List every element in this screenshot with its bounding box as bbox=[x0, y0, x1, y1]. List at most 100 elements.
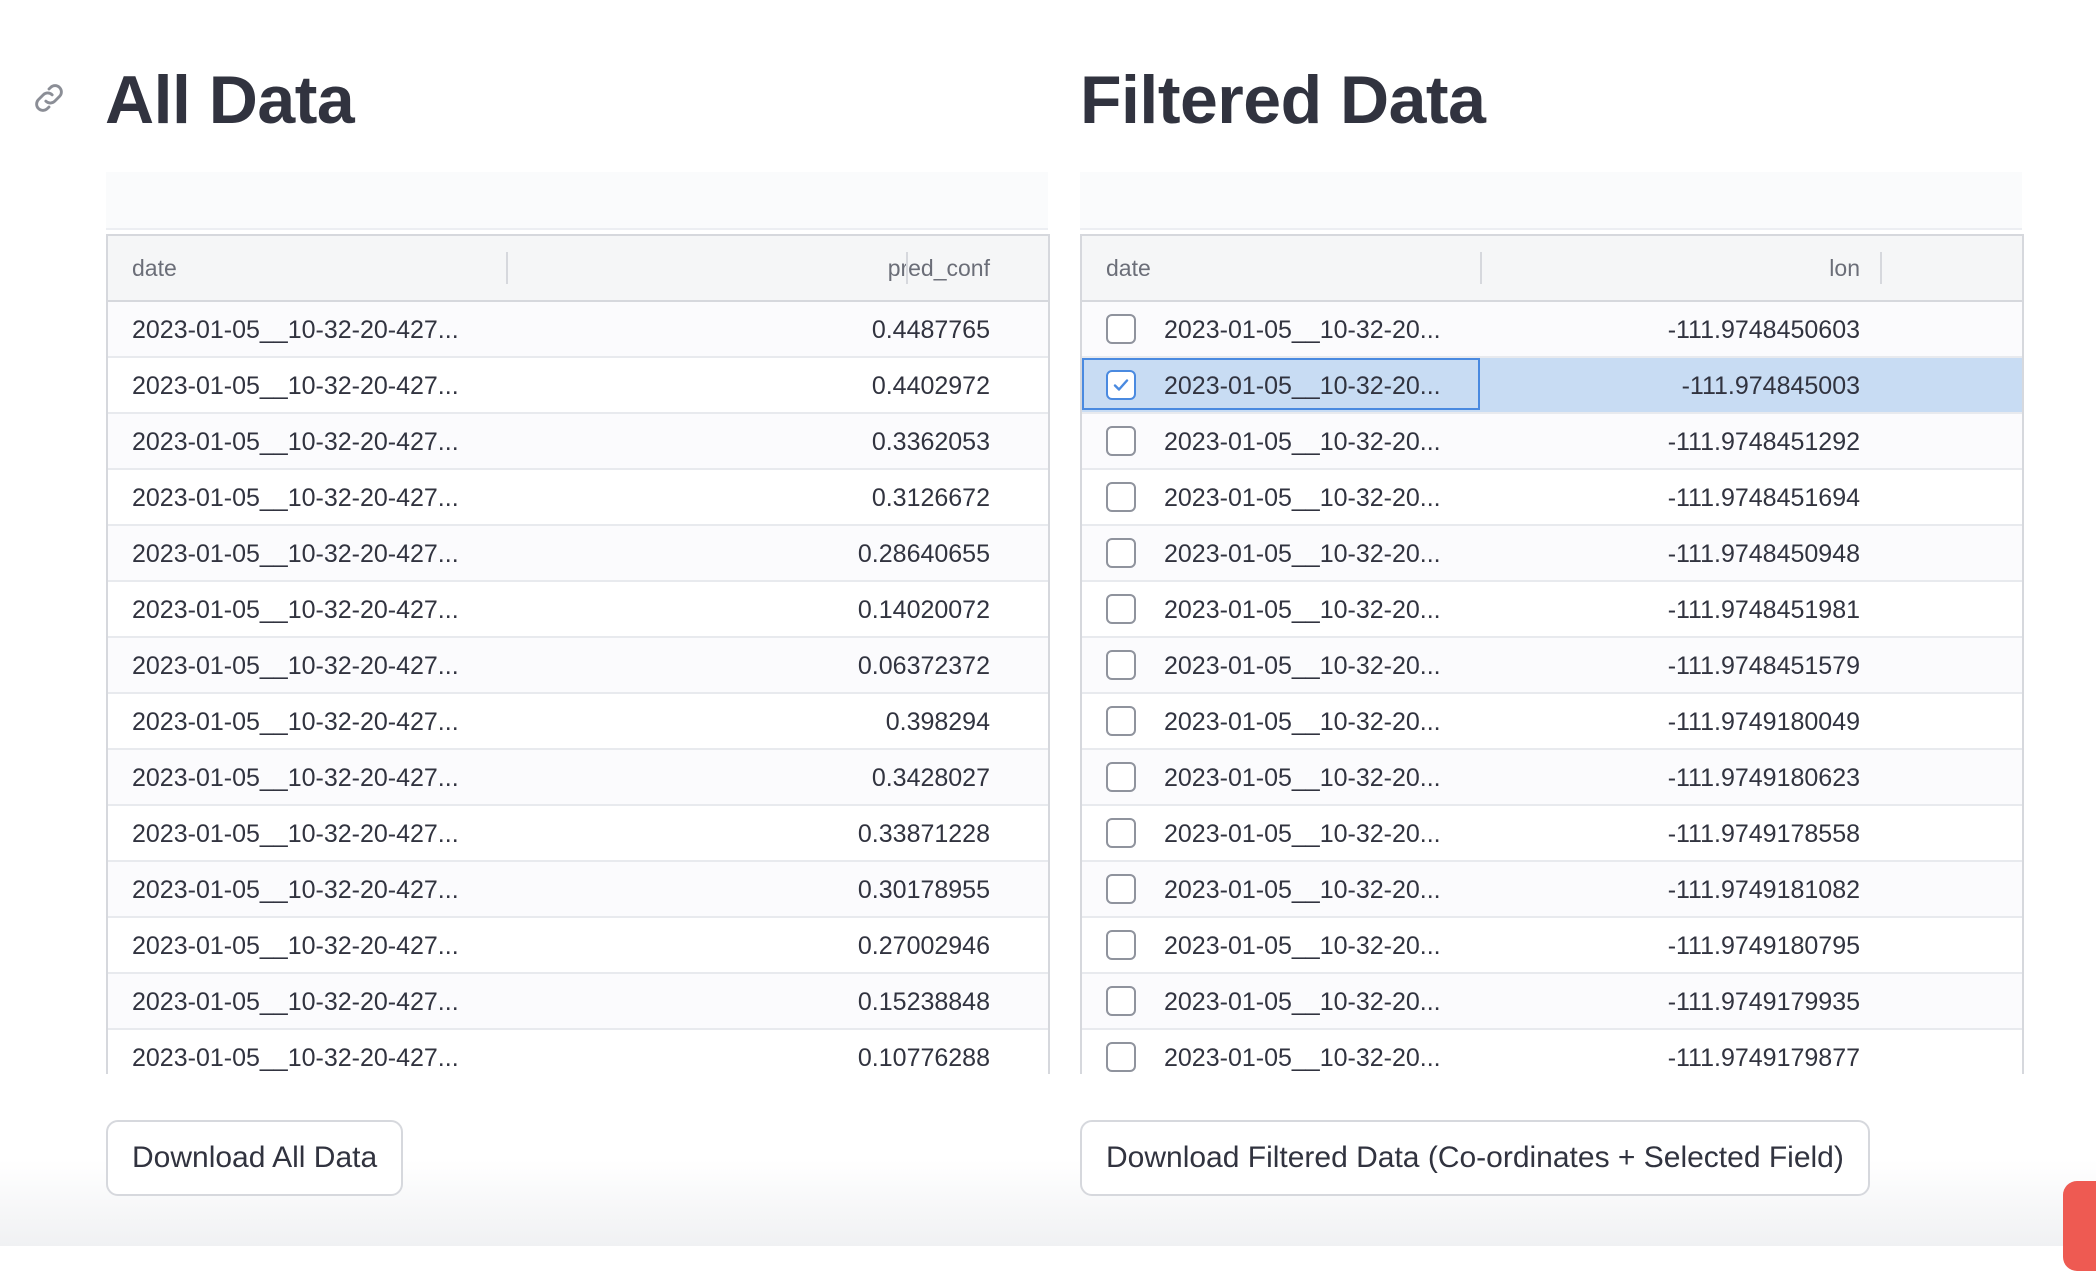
cell-date[interactable]: 2023-01-05__10-32-20-427... bbox=[132, 806, 459, 860]
filtered-data-table[interactable]: date lon 2023-01-05__10-32-20... -111.974… bbox=[1080, 234, 2024, 1074]
column-divider[interactable] bbox=[506, 252, 508, 284]
cell-lon[interactable]: -111.9748450603 bbox=[1482, 302, 1860, 356]
cell-pred-conf[interactable]: 0.10776288 bbox=[708, 1030, 990, 1074]
cell-lon[interactable]: -111.9749180049 bbox=[1482, 694, 1860, 748]
cell-lon[interactable]: -111.9749179877 bbox=[1482, 1030, 1860, 1074]
column-header-date[interactable]: date bbox=[132, 236, 177, 300]
cell-pred-conf[interactable]: 0.15238848 bbox=[708, 974, 990, 1028]
column-header-pred-conf[interactable]: pred_conf bbox=[708, 236, 990, 300]
cell-date[interactable]: 2023-01-05__10-32-20... bbox=[1164, 582, 1441, 636]
table-row[interactable]: 2023-01-05__10-32-20... -111.9749178558 bbox=[1082, 806, 2022, 862]
cell-date[interactable]: 2023-01-05__10-32-20... bbox=[1164, 974, 1441, 1028]
table-row[interactable]: 2023-01-05__10-32-20-427... 0.27002946 bbox=[108, 918, 1048, 974]
cell-date[interactable]: 2023-01-05__10-32-20-427... bbox=[132, 470, 459, 524]
table-row[interactable]: 2023-01-05__10-32-20-427... 0.398294 bbox=[108, 694, 1048, 750]
cell-pred-conf[interactable]: 0.398294 bbox=[708, 694, 990, 748]
table-row[interactable]: 2023-01-05__10-32-20-427... 0.3126672 bbox=[108, 470, 1048, 526]
row-select-checkbox[interactable] bbox=[1106, 370, 1136, 400]
cell-date[interactable]: 2023-01-05__10-32-20... bbox=[1164, 918, 1441, 972]
table-row[interactable]: 2023-01-05__10-32-20-427... 0.14020072 bbox=[108, 582, 1048, 638]
table-row[interactable]: 2023-01-05__10-32-20... -111.9749179877 bbox=[1082, 1030, 2022, 1074]
cell-date[interactable]: 2023-01-05__10-32-20-427... bbox=[132, 750, 459, 804]
cell-date[interactable]: 2023-01-05__10-32-20-427... bbox=[132, 918, 459, 972]
cell-pred-conf[interactable]: 0.3126672 bbox=[708, 470, 990, 524]
table-row[interactable]: 2023-01-05__10-32-20-427... 0.33871228 bbox=[108, 806, 1048, 862]
cell-pred-conf[interactable]: 0.30178955 bbox=[708, 862, 990, 916]
row-select-checkbox[interactable] bbox=[1106, 930, 1136, 960]
row-select-checkbox[interactable] bbox=[1106, 706, 1136, 736]
cell-lon[interactable]: -111.9749181082 bbox=[1482, 862, 1860, 916]
row-select-checkbox[interactable] bbox=[1106, 426, 1136, 456]
table-row[interactable]: 2023-01-05__10-32-20-427... 0.15238848 bbox=[108, 974, 1048, 1030]
cell-date[interactable]: 2023-01-05__10-32-20-427... bbox=[132, 694, 459, 748]
cell-date[interactable]: 2023-01-05__10-32-20... bbox=[1164, 638, 1441, 692]
corner-accent-tab[interactable] bbox=[2063, 1181, 2096, 1271]
cell-pred-conf[interactable]: 0.14020072 bbox=[708, 582, 990, 636]
cell-lon[interactable]: -111.9748451694 bbox=[1482, 470, 1860, 524]
cell-lon[interactable]: -111.9749180623 bbox=[1482, 750, 1860, 804]
cell-date[interactable]: 2023-01-05__10-32-20... bbox=[1164, 358, 1441, 412]
table-row[interactable]: 2023-01-05__10-32-20... -111.9748451579 bbox=[1082, 638, 2022, 694]
column-divider[interactable] bbox=[906, 252, 908, 284]
cell-date[interactable]: 2023-01-05__10-32-20... bbox=[1164, 470, 1441, 524]
cell-date[interactable]: 2023-01-05__10-32-20-427... bbox=[132, 582, 459, 636]
table-row[interactable]: 2023-01-05__10-32-20... -111.9748450948 bbox=[1082, 526, 2022, 582]
cell-date[interactable]: 2023-01-05__10-32-20-427... bbox=[132, 1030, 459, 1074]
table-row[interactable]: 2023-01-05__10-32-20... -111.9748451292 bbox=[1082, 414, 2022, 470]
cell-pred-conf[interactable]: 0.3428027 bbox=[708, 750, 990, 804]
cell-pred-conf[interactable]: 0.4487765 bbox=[708, 302, 990, 356]
cell-lon[interactable]: -111.974845003 bbox=[1482, 358, 1860, 412]
table-row[interactable]: 2023-01-05__10-32-20-427... 0.06372372 bbox=[108, 638, 1048, 694]
row-select-checkbox[interactable] bbox=[1106, 818, 1136, 848]
cell-lon[interactable]: -111.9748451292 bbox=[1482, 414, 1860, 468]
table-row[interactable]: 2023-01-05__10-32-20... -111.974845003 bbox=[1082, 358, 2022, 414]
cell-date[interactable]: 2023-01-05__10-32-20-427... bbox=[132, 414, 459, 468]
column-divider[interactable] bbox=[1880, 252, 1882, 284]
table-row[interactable]: 2023-01-05__10-32-20... -111.9749180795 bbox=[1082, 918, 2022, 974]
link-icon[interactable] bbox=[30, 79, 68, 117]
cell-date[interactable]: 2023-01-05__10-32-20... bbox=[1164, 862, 1441, 916]
row-select-checkbox[interactable] bbox=[1106, 762, 1136, 792]
cell-pred-conf[interactable]: 0.06372372 bbox=[708, 638, 990, 692]
cell-date[interactable]: 2023-01-05__10-32-20-427... bbox=[132, 302, 459, 356]
table-row[interactable]: 2023-01-05__10-32-20... -111.9749180623 bbox=[1082, 750, 2022, 806]
cell-date[interactable]: 2023-01-05__10-32-20-427... bbox=[132, 358, 459, 412]
table-row[interactable]: 2023-01-05__10-32-20... -111.9749179935 bbox=[1082, 974, 2022, 1030]
cell-lon[interactable]: -111.9749180795 bbox=[1482, 918, 1860, 972]
table-row[interactable]: 2023-01-05__10-32-20... -111.9748451981 bbox=[1082, 582, 2022, 638]
cell-date[interactable]: 2023-01-05__10-32-20-427... bbox=[132, 974, 459, 1028]
row-select-checkbox[interactable] bbox=[1106, 874, 1136, 904]
table-row[interactable]: 2023-01-05__10-32-20-427... 0.4487765 bbox=[108, 302, 1048, 358]
row-select-checkbox[interactable] bbox=[1106, 538, 1136, 568]
table-row[interactable]: 2023-01-05__10-32-20-427... 0.10776288 bbox=[108, 1030, 1048, 1074]
cell-pred-conf[interactable]: 0.27002946 bbox=[708, 918, 990, 972]
column-header-lon[interactable]: lon bbox=[1482, 236, 1860, 300]
row-select-checkbox[interactable] bbox=[1106, 1042, 1136, 1072]
table-row[interactable]: 2023-01-05__10-32-20... -111.9748451694 bbox=[1082, 470, 2022, 526]
row-select-checkbox[interactable] bbox=[1106, 482, 1136, 512]
cell-date[interactable]: 2023-01-05__10-32-20-427... bbox=[132, 638, 459, 692]
cell-date[interactable]: 2023-01-05__10-32-20... bbox=[1164, 806, 1441, 860]
cell-date[interactable]: 2023-01-05__10-32-20... bbox=[1164, 414, 1441, 468]
cell-date[interactable]: 2023-01-05__10-32-20... bbox=[1164, 1030, 1441, 1074]
table-row[interactable]: 2023-01-05__10-32-20... -111.9749181082 bbox=[1082, 862, 2022, 918]
row-select-checkbox[interactable] bbox=[1106, 594, 1136, 624]
cell-lon[interactable]: -111.9748451981 bbox=[1482, 582, 1860, 636]
table-row[interactable]: 2023-01-05__10-32-20... -111.9748450603 bbox=[1082, 302, 2022, 358]
cell-pred-conf[interactable]: 0.4402972 bbox=[708, 358, 990, 412]
cell-lon[interactable]: -111.9749178558 bbox=[1482, 806, 1860, 860]
column-header-date[interactable]: date bbox=[1106, 236, 1151, 300]
table-row[interactable]: 2023-01-05__10-32-20... -111.9749180049 bbox=[1082, 694, 2022, 750]
table-row[interactable]: 2023-01-05__10-32-20-427... 0.28640655 bbox=[108, 526, 1048, 582]
cell-pred-conf[interactable]: 0.33871228 bbox=[708, 806, 990, 860]
cell-date[interactable]: 2023-01-05__10-32-20... bbox=[1164, 750, 1441, 804]
cell-date[interactable]: 2023-01-05__10-32-20... bbox=[1164, 694, 1441, 748]
table-row[interactable]: 2023-01-05__10-32-20-427... 0.4402972 bbox=[108, 358, 1048, 414]
all-data-table[interactable]: date pred_conf 2023-01-05__10-32-20-427.… bbox=[106, 234, 1050, 1074]
download-all-data-button[interactable]: Download All Data bbox=[106, 1120, 404, 1196]
cell-pred-conf[interactable]: 0.28640655 bbox=[708, 526, 990, 580]
cell-pred-conf[interactable]: 0.3362053 bbox=[708, 414, 990, 468]
cell-lon[interactable]: -111.9748450948 bbox=[1482, 526, 1860, 580]
cell-date[interactable]: 2023-01-05__10-32-20-427... bbox=[132, 526, 459, 580]
cell-lon[interactable]: -111.9749179935 bbox=[1482, 974, 1860, 1028]
